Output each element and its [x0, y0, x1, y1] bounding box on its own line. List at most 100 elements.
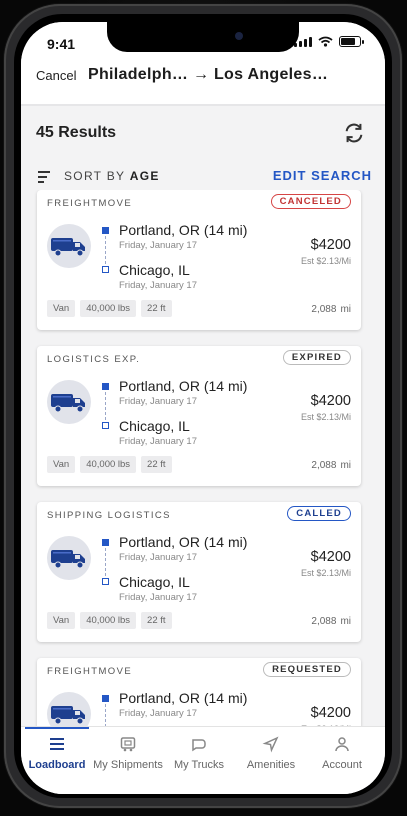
tab-label: My Trucks	[173, 759, 225, 771]
load-tag: 22 ft	[141, 612, 172, 629]
results-count: 45 Results	[36, 124, 117, 141]
person-icon	[333, 735, 351, 753]
tab-my-trucks[interactable]: My Trucks	[159, 735, 239, 771]
company-name: LOGISTICS EXP.	[47, 354, 141, 365]
origin-city: Portland, OR (14 mi)	[119, 378, 248, 394]
load-card[interactable]: LOGISTICS EXP. EXPIRED Portland, OR (14 …	[37, 346, 361, 486]
edit-search-button[interactable]: EDIT SEARCH	[273, 168, 372, 183]
refresh-icon[interactable]	[343, 122, 365, 144]
truck-icon	[47, 380, 91, 424]
distance-value: 2,088	[311, 304, 337, 315]
status-badge: EXPIRED	[282, 350, 351, 365]
distance-value: 2,088	[311, 616, 337, 627]
origin-city: Portland, OR (14 mi)	[119, 222, 248, 238]
load-tag: 40,000 lbs	[80, 456, 137, 473]
origin-date: Friday, January 17	[119, 552, 197, 563]
destination-marker-icon	[102, 422, 109, 429]
load-distance: 2,088 mi	[307, 460, 351, 471]
company-name: SHIPPING LOGISTICS	[47, 510, 171, 521]
load-price: $4200	[310, 393, 351, 409]
shipment-icon	[119, 735, 137, 753]
load-tag: 40,000 lbs	[80, 612, 137, 629]
notch	[107, 22, 299, 52]
destination-city: Chicago, IL	[119, 262, 190, 278]
load-tag: 22 ft	[141, 300, 172, 317]
status-badge: CALLED	[287, 506, 351, 521]
origin-date: Friday, January 17	[119, 240, 197, 251]
company-name: FREIGHTMOVE	[47, 666, 133, 677]
tab-loadboard[interactable]: Loadboard	[21, 735, 97, 771]
load-list: FREIGHTMOVE CANCELED Portland, OR (14 mi…	[21, 190, 385, 738]
destination-marker-icon	[102, 578, 109, 585]
tab-label: Amenities	[246, 759, 296, 771]
load-price: $4200	[310, 237, 351, 253]
distance-unit: mi	[340, 616, 351, 627]
destination-date: Friday, January 17	[119, 436, 197, 447]
sort-label[interactable]: SORT BY AGE	[64, 169, 160, 183]
tab-amenities[interactable]: Amenities	[231, 735, 311, 771]
device-stage: 9:41 Cancel Philadelph… → Los Angeles… 4…	[0, 0, 407, 816]
sort-icon[interactable]	[38, 171, 50, 186]
load-distance: 2,088 mi	[307, 304, 351, 315]
distance-value: 2,088	[311, 460, 337, 471]
tab-label: Loadboard	[28, 759, 86, 771]
destination-marker-icon	[102, 266, 109, 273]
load-price: $4200	[310, 549, 351, 565]
status-badge: REQUESTED	[263, 662, 351, 677]
load-tags: Van 40,000 lbs 22 ft	[47, 300, 172, 317]
battery-icon	[339, 36, 364, 47]
tab-label: My Shipments	[93, 759, 163, 771]
status-time: 9:41	[47, 36, 76, 52]
rate-per-mile: Est $2.13/Mi	[300, 256, 351, 266]
truck-icon	[47, 536, 91, 580]
route-line	[105, 236, 106, 264]
tab-my-shipments[interactable]: My Shipments	[88, 735, 168, 771]
origin-date: Friday, January 17	[119, 396, 197, 407]
destination-city: Chicago, IL	[119, 418, 190, 434]
route-line	[105, 392, 106, 420]
sort-value: AGE	[129, 169, 160, 183]
route-line	[105, 548, 106, 576]
origin-marker-icon	[102, 695, 109, 702]
load-tag: Van	[47, 300, 76, 317]
load-price: $4200	[310, 705, 351, 721]
destination-date: Friday, January 17	[119, 280, 197, 291]
load-tag: Van	[47, 456, 76, 473]
sort-row: SORT BY AGE EDIT SEARCH	[21, 166, 385, 188]
load-distance: 2,088 mi	[307, 616, 351, 627]
truck-icon	[47, 224, 91, 268]
origin-marker-icon	[102, 539, 109, 546]
destination-city: Chicago, IL	[119, 574, 190, 590]
sort-prefix: SORT BY	[64, 169, 126, 183]
load-tags: Van 40,000 lbs 22 ft	[47, 612, 172, 629]
origin-date: Friday, January 17	[119, 708, 197, 719]
load-card[interactable]: FREIGHTMOVE CANCELED Portland, OR (14 mi…	[37, 190, 361, 330]
load-tags: Van 40,000 lbs 22 ft	[47, 456, 172, 473]
rate-per-mile: Est $2.13/Mi	[300, 412, 351, 422]
tab-bar: Loadboard My Shipments My Trucks Ameniti…	[21, 726, 385, 794]
nav-bar: Cancel Philadelph… → Los Angeles…	[21, 66, 385, 106]
tab-account[interactable]: Account	[302, 735, 382, 771]
load-card[interactable]: SHIPPING LOGISTICS CALLED Portland, OR (…	[37, 502, 361, 642]
route-title: Philadelph… → Los Angeles…	[88, 66, 329, 83]
company-name: FREIGHTMOVE	[47, 198, 133, 209]
origin-city: Portland, OR (14 mi)	[119, 534, 248, 550]
tab-label: Account	[322, 759, 362, 771]
status-badge: CANCELED	[270, 194, 351, 209]
distance-unit: mi	[340, 460, 351, 471]
destination-date: Friday, January 17	[119, 592, 197, 603]
origin-marker-icon	[102, 383, 109, 390]
origin-marker-icon	[102, 227, 109, 234]
origin-city: Portland, OR (14 mi)	[119, 690, 248, 706]
rate-per-mile: Est $2.13/Mi	[300, 568, 351, 578]
active-tab-indicator	[25, 727, 89, 729]
load-tag: 22 ft	[141, 456, 172, 473]
navigation-icon	[262, 735, 280, 753]
wifi-icon	[318, 36, 333, 47]
app-screen: 9:41 Cancel Philadelph… → Los Angeles… 4…	[21, 22, 385, 794]
cancel-button[interactable]: Cancel	[36, 68, 76, 83]
load-tag: Van	[47, 612, 76, 629]
load-tag: 40,000 lbs	[80, 300, 137, 317]
distance-unit: mi	[340, 304, 351, 315]
list-icon	[48, 735, 66, 753]
